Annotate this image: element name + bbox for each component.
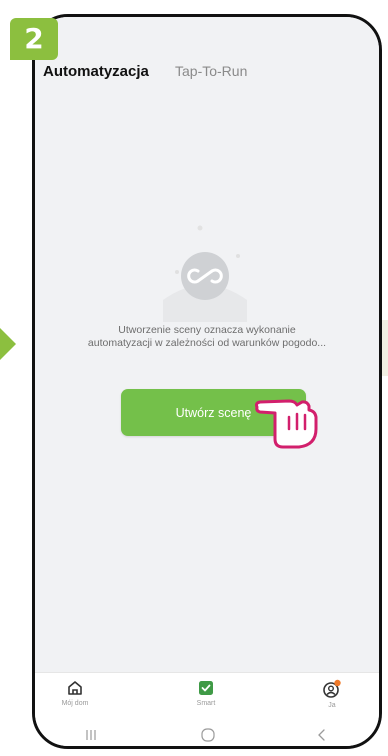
arrow-right-icon [0, 328, 16, 360]
bottom-navigation: Mój dom Smart Ja [35, 672, 379, 720]
empty-state-description: Utworzenie sceny oznacza wykonanie autom… [35, 324, 379, 350]
nav-my-home[interactable]: Mój dom [40, 679, 110, 707]
home-circle-icon[interactable] [199, 726, 217, 744]
nav-smart-label: Smart [196, 700, 216, 707]
empty-state-line-2: automatyzacji w zależności od warunków p… [87, 337, 327, 349]
empty-state-line-1: Utworzenie sceny oznacza wykonanie [118, 324, 296, 336]
tab-tap-to-run[interactable]: Tap-To-Run [175, 63, 247, 79]
nav-profile[interactable]: Ja [297, 679, 367, 709]
smart-icon [199, 681, 213, 695]
nav-my-home-label: Mój dom [61, 700, 89, 707]
back-chevron-icon[interactable] [315, 726, 329, 744]
scene-tabs: Automatyzacja Tap-To-Run [35, 17, 379, 107]
next-panel-edge [382, 320, 388, 376]
phone-frame: Automatyzacja Tap-To-Run Utworzenie scen… [32, 14, 382, 749]
nav-smart[interactable]: Smart [171, 679, 241, 707]
home-icon [68, 681, 82, 695]
scene-loop-icon [163, 225, 247, 322]
system-navigation-bar [35, 720, 379, 746]
profile-icon [323, 679, 341, 698]
nav-profile-label: Ja [328, 702, 336, 709]
tab-automation[interactable]: Automatyzacja [43, 63, 149, 80]
recents-icon[interactable] [83, 728, 99, 742]
hand-pointer-icon [254, 399, 318, 449]
step-badge: 2 [10, 18, 58, 60]
